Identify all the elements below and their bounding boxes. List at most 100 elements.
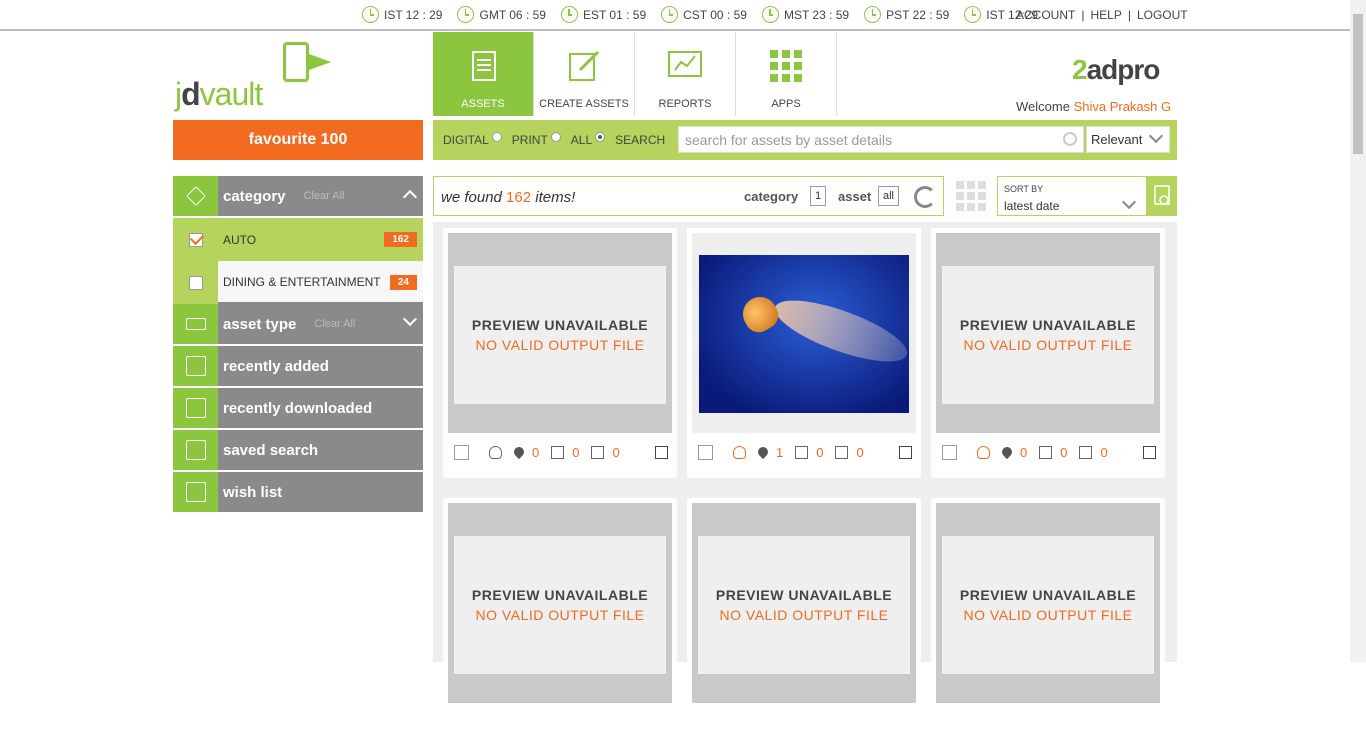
search-document-icon	[173, 430, 218, 470]
refresh-icon[interactable]	[914, 186, 936, 208]
nav-create-assets[interactable]: CREATE ASSETS	[534, 32, 635, 116]
asset-card[interactable]: PREVIEW UNAVAILABLE NO VALID OUTPUT FILE	[687, 498, 921, 748]
thumbs-up-icon[interactable]	[795, 445, 809, 459]
clock-icon	[457, 6, 475, 23]
clock-cst: CST 00 : 59	[661, 6, 747, 23]
user-name[interactable]: Shiva Prakash G	[1074, 99, 1172, 114]
search-document-icon	[1154, 185, 1170, 205]
clock-icon	[761, 6, 779, 23]
select-checkbox[interactable]	[942, 444, 957, 460]
checkbox-checked[interactable]	[188, 232, 203, 247]
asset-thumbnail[interactable]: PREVIEW UNAVAILABLE NO VALID OUTPUT FILE	[936, 503, 1160, 703]
asset-card[interactable]: PREVIEW UNAVAILABLE NO VALID OUTPUT FILE	[443, 498, 677, 748]
radio-button-selected[interactable]	[595, 132, 606, 142]
nav-apps[interactable]: APPS	[736, 32, 837, 116]
clock-mst: MST 23 : 59	[761, 6, 849, 23]
wishlist-icon	[173, 472, 218, 512]
thumbs-up-icon[interactable]	[551, 445, 565, 459]
separator: |	[1081, 8, 1085, 22]
heart-icon[interactable]	[999, 444, 1015, 460]
clock-icon	[864, 6, 882, 23]
thumbs-up-icon[interactable]	[1039, 445, 1053, 459]
scrollbar-thumb[interactable]	[1353, 14, 1363, 154]
search-icon[interactable]	[1063, 132, 1077, 146]
select-checkbox[interactable]	[454, 444, 469, 460]
category-header[interactable]: category Clear All	[173, 176, 423, 216]
heart-icon[interactable]	[755, 444, 771, 460]
card-actions: 0 0 0	[936, 440, 1160, 464]
external-link-icon[interactable]	[655, 445, 668, 459]
help-link[interactable]: HELP	[1090, 8, 1121, 22]
asset-count-label: asset	[838, 189, 872, 204]
category-item-auto[interactable]: AUTO 162	[173, 218, 423, 261]
asset-type-header[interactable]: asset type Clear All	[173, 304, 423, 344]
saved-search[interactable]: saved search	[173, 430, 423, 470]
print-radio[interactable]: PRINT	[512, 132, 561, 147]
asset-thumbnail[interactable]	[692, 233, 916, 433]
account-link[interactable]: ACCOUNT	[1016, 8, 1075, 22]
nav-reports[interactable]: REPORTS	[635, 32, 736, 116]
main-nav: ASSETS CREATE ASSETS REPORTS APPS	[433, 32, 837, 116]
phone-lock-icon	[283, 42, 309, 82]
recently-downloaded[interactable]: recently downloaded	[173, 388, 423, 428]
thumbs-down-icon[interactable]	[591, 445, 605, 459]
asset-card[interactable]: PREVIEW UNAVAILABLE NO VALID OUTPUT FILE	[931, 498, 1165, 748]
plus-square-icon	[173, 346, 218, 386]
document-icon	[472, 51, 496, 81]
lightbulb-icon[interactable]	[977, 445, 990, 459]
clock-ist: IST 12 : 29	[362, 6, 442, 23]
clear-all-asset-type[interactable]: Clear All	[314, 318, 355, 330]
favourite-button[interactable]: favourite 100	[173, 120, 423, 160]
all-radio[interactable]: ALL	[571, 132, 606, 147]
clock-icon	[964, 6, 982, 23]
checkbox[interactable]	[188, 275, 203, 290]
asset-thumbnail[interactable]: PREVIEW UNAVAILABLE NO VALID OUTPUT FILE	[692, 503, 916, 703]
grid-view-icon[interactable]	[956, 181, 986, 211]
lightbulb-icon[interactable]	[733, 445, 746, 459]
external-link-icon[interactable]	[899, 445, 912, 459]
chevron-down-icon[interactable]	[402, 311, 418, 327]
asset-card[interactable]: PREVIEW UNAVAILABLE NO VALID OUTPUT FILE …	[443, 228, 677, 478]
relevance-select[interactable]: Relevant	[1086, 126, 1170, 153]
sort-search-button[interactable]	[1147, 176, 1177, 216]
clock-icon	[362, 6, 379, 23]
page-scrollbar[interactable]	[1350, 0, 1366, 662]
lightbulb-icon[interactable]	[489, 445, 502, 459]
chevron-up-icon[interactable]	[402, 189, 418, 205]
sort-by-select[interactable]: SORT BY latest date	[997, 176, 1147, 216]
welcome-message: Welcome Shiva Prakash G	[1016, 99, 1172, 114]
separator: |	[1127, 8, 1131, 22]
asset-thumbnail[interactable]: PREVIEW UNAVAILABLE NO VALID OUTPUT FILE	[448, 503, 672, 703]
nav-assets[interactable]: ASSETS	[433, 32, 534, 116]
card-actions: 0 0 0	[448, 440, 672, 464]
asset-card[interactable]: PREVIEW UNAVAILABLE NO VALID OUTPUT FILE …	[931, 228, 1165, 478]
asset-count: all	[878, 186, 900, 206]
radio-button[interactable]	[550, 132, 561, 142]
results-count: we found 162 items!	[441, 189, 576, 206]
logout-link[interactable]: LOGOUT	[1137, 8, 1188, 22]
count-badge: 24	[389, 275, 417, 290]
search-input[interactable]: search for assets by asset details	[678, 126, 1084, 153]
count-badge: 162	[384, 232, 417, 247]
thumbs-down-icon[interactable]	[835, 445, 849, 459]
radio-button[interactable]	[491, 132, 502, 142]
asset-card[interactable]: 1 0 0	[687, 228, 921, 478]
digital-radio[interactable]: DIGITAL	[443, 132, 502, 147]
asset-thumbnail[interactable]: PREVIEW UNAVAILABLE NO VALID OUTPUT FILE	[936, 233, 1160, 433]
select-checkbox[interactable]	[698, 444, 713, 460]
category-item-dining[interactable]: DINING & ENTERTAINMENT 24	[173, 261, 423, 304]
clock-pst: PST 22 : 59	[864, 6, 949, 23]
filter-bar: DIGITAL PRINT ALL SEARCH search for asse…	[433, 120, 1177, 160]
heart-icon[interactable]	[511, 444, 527, 460]
category-count-label: category	[744, 189, 799, 204]
asset-thumbnail[interactable]: PREVIEW UNAVAILABLE NO VALID OUTPUT FILE	[448, 233, 672, 433]
clock-est: EST 01 : 59	[560, 6, 646, 23]
clear-all-category[interactable]: Clear All	[304, 190, 345, 202]
wish-list[interactable]: wish list	[173, 472, 423, 512]
jdvault-logo[interactable]: jdvault	[173, 40, 343, 112]
sidebar: category Clear All AUTO 162 DINING & ENTER…	[173, 176, 423, 514]
recently-added[interactable]: recently added	[173, 346, 423, 386]
clock-gmt: GMT 06 : 59	[457, 6, 546, 23]
external-link-icon[interactable]	[1143, 445, 1156, 459]
thumbs-down-icon[interactable]	[1079, 445, 1093, 459]
